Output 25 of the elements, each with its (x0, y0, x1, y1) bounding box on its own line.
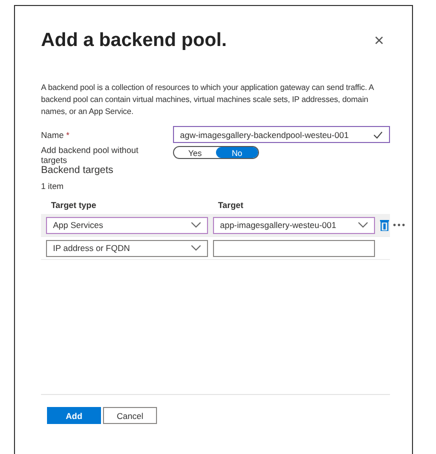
column-header: Target type (51, 200, 98, 210)
name-field[interactable]: agw-imagesgallery-backendpool-westeu-001 (173, 126, 390, 143)
name-label: Name (41, 130, 64, 140)
description-text: A backend pool is a collection of resources to which your application gateway can send traffic. A backend pool can contain virtual machines, virtual machines scale sets, IP addresses, domain names, or an App Service. (41, 82, 375, 118)
item-count: 1 item (41, 181, 65, 191)
without-targets-label: Add backend pool without targets (41, 145, 140, 165)
target-dropdown[interactable]: app-imagesgallery-westeu-001 (213, 216, 375, 234)
cancel-button[interactable]: Cancel (103, 407, 157, 424)
section-title: Backend targets (41, 165, 114, 176)
toggle-option[interactable]: Yes (174, 147, 216, 158)
chevron-down-icon (191, 222, 201, 228)
required-mark: * (66, 130, 70, 140)
target-type-dropdown[interactable]: IP address or FQDN (46, 240, 208, 256)
chevron-down-icon (358, 222, 368, 228)
table-row[interactable]: IP address or FQDN (41, 237, 390, 260)
more-icon[interactable] (393, 223, 405, 227)
toggle-option[interactable]: No (216, 147, 258, 158)
dialog-title: Add a backend pool. (41, 30, 227, 52)
target-field[interactable] (213, 240, 375, 256)
chevron-down-icon (191, 245, 201, 251)
column-header: Target (218, 200, 244, 210)
add-button[interactable]: Add (47, 407, 101, 424)
trash-icon[interactable] (380, 219, 389, 231)
target-type-dropdown[interactable]: App Services (46, 216, 208, 234)
close-button[interactable]: × (368, 31, 390, 51)
